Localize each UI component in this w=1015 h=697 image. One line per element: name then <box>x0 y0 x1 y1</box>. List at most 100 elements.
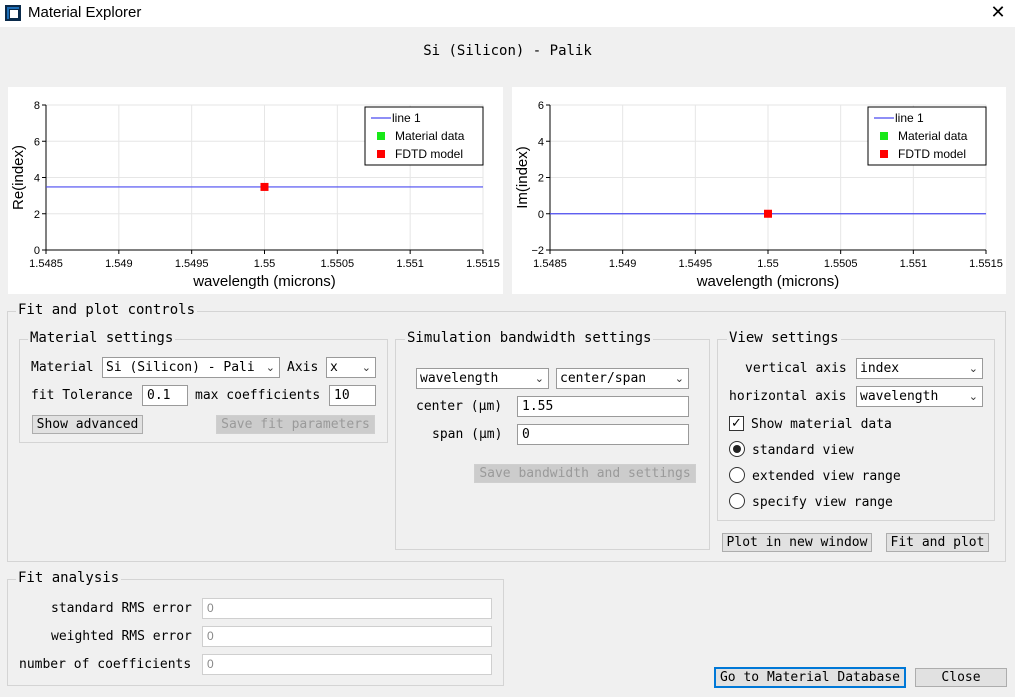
max-coefficients-field[interactable]: 10 <box>329 385 376 406</box>
title-bar: Material Explorer ✕ <box>0 0 1015 27</box>
standard-rms-label: standard RMS error <box>51 601 192 616</box>
x-tick-label: 1.55 <box>757 258 778 270</box>
standard-rms-field[interactable]: 0 <box>202 598 492 619</box>
x-tick-label: 1.5495 <box>175 258 209 270</box>
x-tick-label: 1.5515 <box>969 258 1003 270</box>
close-icon[interactable]: ✕ <box>986 2 1010 24</box>
im-index-plot: 1.5485 1.549 1.5495 1.55 1.5505 1.551 1.5515 −2… <box>512 87 1006 294</box>
max-coefficients-label: max coefficients <box>195 388 321 403</box>
x-tick-label: 1.551 <box>396 258 424 270</box>
x-tick-label: 1.5495 <box>679 258 713 270</box>
x-tick-label: 1.5485 <box>533 258 567 270</box>
vertical-axis-label: vertical axis <box>745 361 847 376</box>
show-advanced-button[interactable]: Show advanced <box>32 415 143 434</box>
re-index-plot: 1.5485 1.549 1.5495 1.55 1.5505 1.551 1.5515 0 2… <box>8 87 503 294</box>
fit-and-plot-button[interactable]: Fit and plot <box>886 533 989 552</box>
legend-marker-swatch <box>377 132 385 140</box>
x-tick-label: 1.5505 <box>321 258 355 270</box>
chevron-down-icon: ⌄ <box>361 361 371 374</box>
weighted-rms-field[interactable]: 0 <box>202 626 492 647</box>
axis-select-value: x <box>330 360 338 375</box>
material-select-value: Si (Silicon) - Pali <box>106 360 255 375</box>
specify-view-radio[interactable] <box>729 493 745 509</box>
standard-view-label[interactable]: standard view <box>752 443 854 458</box>
fit-tolerance-label: fit Tolerance <box>31 388 133 403</box>
x-tick-label: 1.549 <box>105 258 133 270</box>
legend-entry: Material data <box>898 129 968 143</box>
center-label: center (μm) <box>416 399 503 414</box>
show-material-data-checkbox[interactable]: ✓ <box>729 416 744 431</box>
num-coefficients-label: number of coefficients <box>19 657 192 672</box>
material-select[interactable]: Si (Silicon) - Pali ⌄ <box>102 357 280 378</box>
x-tick-label: 1.55 <box>254 258 275 270</box>
chart-svg: 1.5485 1.549 1.5495 1.55 1.5505 1.551 1.5515 0 2… <box>10 100 500 290</box>
horizontal-axis-select[interactable]: wavelength ⌄ <box>856 386 983 407</box>
num-coefficients-field[interactable]: 0 <box>202 654 492 675</box>
y-tick-label: 6 <box>538 100 544 112</box>
horizontal-axis-value: wavelength <box>860 389 939 404</box>
x-tick-label: 1.549 <box>609 258 637 270</box>
material-settings-label: Material settings <box>28 330 176 346</box>
legend-entry: line 1 <box>895 111 924 125</box>
show-material-data-label[interactable]: Show material data <box>751 417 892 432</box>
extended-view-radio[interactable] <box>729 467 745 483</box>
material-label: Material <box>31 360 94 375</box>
checkmark-icon: ✓ <box>731 416 742 431</box>
extended-view-label[interactable]: extended view range <box>752 469 901 484</box>
legend-entry: line 1 <box>392 111 421 125</box>
chevron-down-icon: ⌄ <box>968 390 978 403</box>
fit-tolerance-field[interactable]: 0.1 <box>142 385 188 406</box>
x-tick-label: 1.5485 <box>29 258 63 270</box>
bandwidth-mode-select[interactable]: center/span ⌄ <box>556 368 689 389</box>
material-explorer-icon <box>5 5 21 21</box>
y-axis-label: Re(index) <box>10 145 27 210</box>
y-tick-label: 4 <box>34 173 40 185</box>
view-settings-label: View settings <box>727 330 841 346</box>
legend-marker-swatch <box>377 150 385 158</box>
chevron-down-icon: ⌄ <box>674 372 684 385</box>
vertical-axis-value: index <box>860 361 900 376</box>
x-tick-label: 1.5505 <box>824 258 858 270</box>
bandwidth-unit-select[interactable]: wavelength ⌄ <box>416 368 549 389</box>
go-to-material-database-button[interactable]: Go to Material Database <box>714 667 906 688</box>
x-axis-label: wavelength (microns) <box>696 273 840 290</box>
save-fit-parameters-button[interactable]: Save fit parameters <box>216 415 375 434</box>
axis-select[interactable]: x ⌄ <box>326 357 376 378</box>
save-bandwidth-button[interactable]: Save bandwidth and settings <box>474 464 696 483</box>
legend-entry: FDTD model <box>898 147 966 161</box>
center-field[interactable]: 1.55 <box>517 396 689 417</box>
y-tick-label: 6 <box>34 136 40 148</box>
y-tick-label: 4 <box>538 136 544 148</box>
fit-analysis-label: Fit analysis <box>16 570 122 586</box>
close-button[interactable]: Close <box>915 668 1007 687</box>
vertical-axis-select[interactable]: index ⌄ <box>856 358 983 379</box>
standard-view-radio[interactable] <box>729 441 745 457</box>
data-point <box>260 182 269 191</box>
chevron-down-icon: ⌄ <box>534 372 544 385</box>
y-tick-label: 0 <box>34 245 40 257</box>
legend-marker-swatch <box>880 132 888 140</box>
span-label: span (μm) <box>432 427 503 442</box>
x-tick-label: 1.551 <box>900 258 928 270</box>
legend-entry: FDTD model <box>395 147 463 161</box>
y-axis-label: Im(index) <box>514 146 531 209</box>
chevron-down-icon: ⌄ <box>968 362 978 375</box>
y-tick-label: 8 <box>34 100 40 112</box>
y-tick-label: 2 <box>34 209 40 221</box>
x-axis-label: wavelength (microns) <box>192 273 336 290</box>
chevron-down-icon: ⌄ <box>265 361 275 374</box>
specify-view-label[interactable]: specify view range <box>752 495 893 510</box>
plot-new-window-button[interactable]: Plot in new window <box>722 533 872 552</box>
data-point <box>764 209 772 218</box>
legend-entry: Material data <box>395 129 465 143</box>
x-tick-label: 1.5515 <box>466 258 500 270</box>
bandwidth-mode-value: center/span <box>560 371 647 386</box>
y-tick-label: −2 <box>531 245 544 257</box>
bandwidth-settings-label: Simulation bandwidth settings <box>405 330 654 346</box>
span-field[interactable]: 0 <box>517 424 689 445</box>
horizontal-axis-label: horizontal axis <box>729 389 847 404</box>
legend-marker-swatch <box>880 150 888 158</box>
bandwidth-unit-value: wavelength <box>420 371 499 386</box>
y-tick-label: 0 <box>538 209 544 221</box>
window-title: Material Explorer <box>28 4 142 21</box>
